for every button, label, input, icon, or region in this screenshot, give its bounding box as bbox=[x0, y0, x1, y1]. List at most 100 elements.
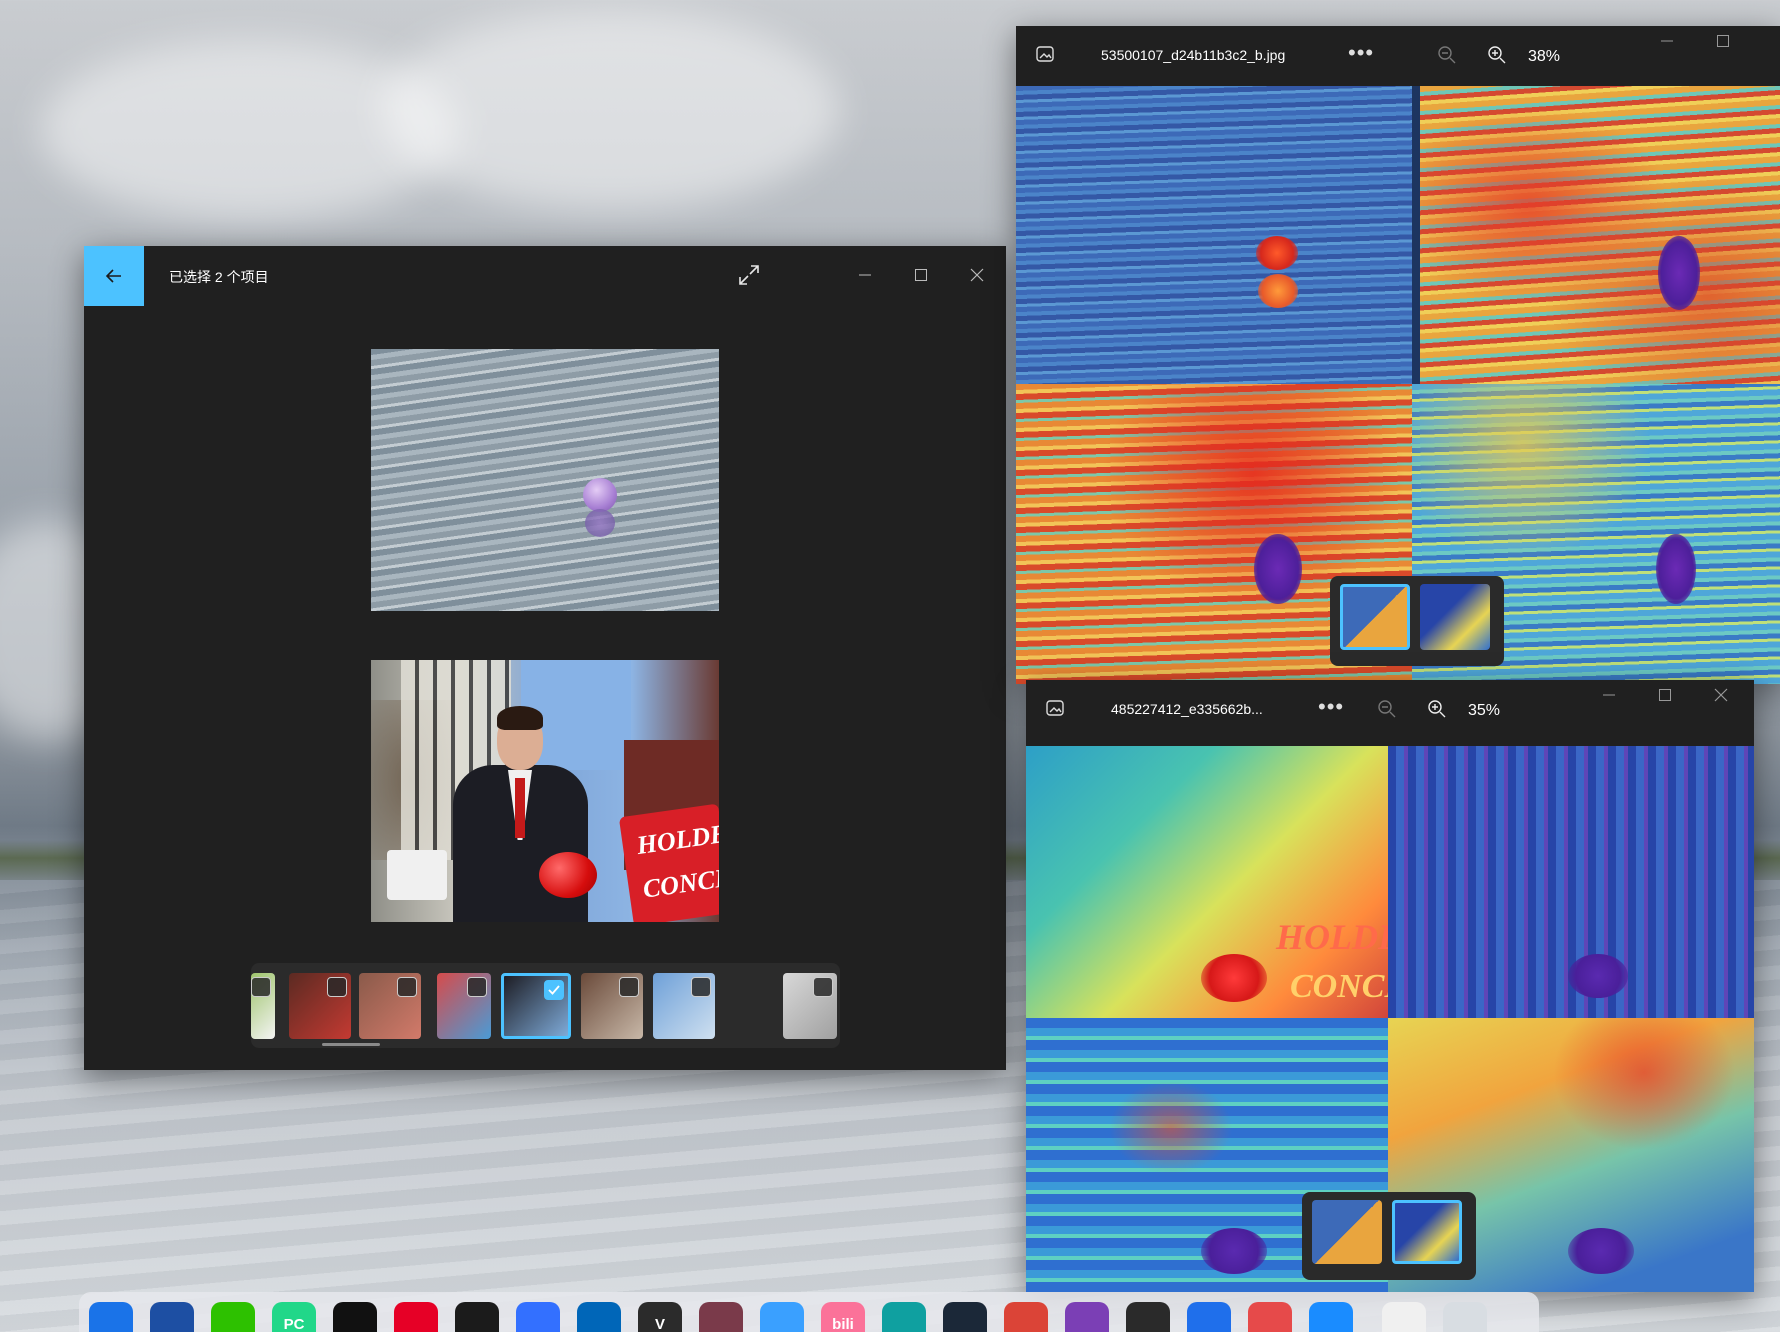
taskbar-app-pycharm-icon[interactable]: PC bbox=[272, 1302, 316, 1332]
close-button[interactable] bbox=[966, 264, 988, 286]
purple-balloon bbox=[583, 478, 617, 512]
taskbar-app-visual-studio-icon[interactable] bbox=[1065, 1302, 1109, 1332]
taskbar-app-label: V bbox=[654, 1315, 665, 1332]
viewer1-zoom-level[interactable]: 38% bbox=[1528, 48, 1560, 66]
switcher-thumb-2[interactable] bbox=[1392, 1200, 1462, 1264]
viewer2-zoom-out-button[interactable] bbox=[1376, 698, 1398, 720]
heat-blob bbox=[1656, 534, 1696, 604]
image-icon bbox=[1046, 700, 1064, 716]
quadrant-divider bbox=[1412, 86, 1420, 384]
taskbar-app-wechat-icon[interactable] bbox=[211, 1302, 255, 1332]
thumb-5[interactable] bbox=[501, 973, 571, 1039]
image-viewer-window-2: 485227412_e335662b... ••• 35% HOLDEN CON… bbox=[1026, 680, 1754, 1292]
heat-blob bbox=[1201, 1228, 1267, 1274]
viewer2-more-button[interactable]: ••• bbox=[1318, 694, 1344, 720]
zoom-out-icon bbox=[1438, 46, 1456, 64]
viewer2-zoom-level[interactable]: 35% bbox=[1468, 702, 1500, 720]
viewer1-titlebar: 53500107_d24b11b3c2_b.jpg ••• 38% bbox=[1016, 26, 1780, 86]
maximize-icon bbox=[1659, 689, 1671, 701]
taskbar-app-steam-icon[interactable] bbox=[943, 1302, 987, 1332]
taskbar-app-recycle-bin-icon[interactable] bbox=[1443, 1302, 1487, 1332]
switcher-thumb-1[interactable] bbox=[1312, 1200, 1382, 1264]
selection-title: 已选择 2 个项目 bbox=[169, 269, 269, 285]
taskbar-app-vim-icon[interactable]: V bbox=[638, 1302, 682, 1332]
thumb-checkbox[interactable] bbox=[813, 977, 833, 997]
heat-banner-text-2: CONCER bbox=[1290, 968, 1388, 1005]
photo-man-hair bbox=[497, 706, 543, 730]
thumb-3[interactable] bbox=[359, 973, 421, 1039]
expand-icon bbox=[739, 265, 759, 285]
heat-blob bbox=[1256, 236, 1298, 270]
taskbar-app-anime-app-icon[interactable] bbox=[699, 1302, 743, 1332]
maximize-icon bbox=[1717, 35, 1729, 47]
thumb-checkbox[interactable] bbox=[397, 977, 417, 997]
thumb-checkbox[interactable] bbox=[619, 977, 639, 997]
taskbar-app-qq-icon[interactable] bbox=[333, 1302, 377, 1332]
thumb-checkbox[interactable] bbox=[327, 977, 347, 997]
taskbar-app-snipping-icon[interactable] bbox=[1248, 1302, 1292, 1332]
heat-blob bbox=[1568, 1228, 1634, 1274]
zoom-in-icon bbox=[1428, 700, 1446, 718]
taskbar-app-netease-music-icon[interactable] bbox=[394, 1302, 438, 1332]
thumb-7[interactable] bbox=[653, 973, 715, 1039]
viewer1-zoom-in-button[interactable] bbox=[1486, 44, 1508, 66]
expand-button[interactable] bbox=[736, 262, 762, 288]
selected-photo-balloon-water[interactable] bbox=[371, 349, 719, 611]
viewer2-titlebar: 485227412_e335662b... ••• 35% bbox=[1026, 680, 1754, 740]
viewer1-zoom-out-button[interactable] bbox=[1436, 44, 1458, 66]
red-balloon bbox=[539, 852, 597, 898]
taskbar-app-photos-icon[interactable] bbox=[1309, 1302, 1353, 1332]
photo-man-tie bbox=[515, 778, 525, 838]
filmstrip bbox=[251, 963, 840, 1048]
viewer2-minimize-button[interactable] bbox=[1602, 688, 1624, 710]
image-viewer-window-1: 53500107_d24b11b3c2_b.jpg ••• 38% bbox=[1016, 26, 1780, 684]
thumb-checkbox[interactable] bbox=[467, 977, 487, 997]
thumb-checkbox-checked[interactable] bbox=[544, 980, 564, 1000]
switcher-thumb-2[interactable] bbox=[1420, 584, 1490, 650]
taskbar-app-terminal-icon[interactable] bbox=[1126, 1302, 1170, 1332]
viewer2-filename: 485227412_e335662b... bbox=[1111, 701, 1263, 717]
taskbar-app-notepad-icon[interactable] bbox=[1187, 1302, 1231, 1332]
thumb-2[interactable] bbox=[289, 973, 351, 1039]
viewer1-minimize-button[interactable] bbox=[1660, 34, 1682, 56]
filmstrip-scroll-indicator[interactable] bbox=[322, 1043, 380, 1046]
thumb-1[interactable] bbox=[251, 973, 275, 1039]
taskbar-app-vscode-icon[interactable] bbox=[577, 1302, 621, 1332]
taskbar-app-blank-doc-icon[interactable] bbox=[1382, 1302, 1426, 1332]
taskbar-app-chrome-icon[interactable] bbox=[1004, 1302, 1048, 1332]
viewer2-zoom-in-button[interactable] bbox=[1426, 698, 1448, 720]
viewer1-more-button[interactable]: ••• bbox=[1348, 40, 1374, 66]
minimize-icon bbox=[1661, 40, 1673, 42]
taskbar-app-start-icon[interactable] bbox=[89, 1302, 133, 1332]
zoom-in-icon bbox=[1488, 46, 1506, 64]
heat-banner-text-1: HOLDEN bbox=[1276, 917, 1388, 957]
taskbar-app-cat-app-icon[interactable] bbox=[760, 1302, 804, 1332]
selection-titlebar: 已选择 2 个项目 bbox=[84, 246, 1006, 306]
minimize-button[interactable] bbox=[854, 264, 876, 286]
viewer2-maximize-button[interactable] bbox=[1658, 688, 1680, 710]
heat-blob bbox=[1658, 236, 1700, 310]
viewer1-image-switcher bbox=[1330, 576, 1504, 666]
taskbar-app-edge-icon[interactable] bbox=[882, 1302, 926, 1332]
taskbar-app-label: bili bbox=[832, 1315, 854, 1332]
thumb-checkbox[interactable] bbox=[691, 977, 711, 997]
heatmap-quadrant-2 bbox=[1420, 86, 1780, 384]
heatmap-quadrant-2 bbox=[1388, 746, 1754, 1018]
taskbar-app-bilibili-icon[interactable]: bili bbox=[821, 1302, 865, 1332]
viewer1-maximize-button[interactable] bbox=[1716, 34, 1738, 56]
taskbar-app-rocket-icon[interactable] bbox=[150, 1302, 194, 1332]
close-icon bbox=[1714, 688, 1728, 702]
taskbar-app-feishu-icon[interactable] bbox=[516, 1302, 560, 1332]
switcher-thumb-1[interactable] bbox=[1340, 584, 1410, 650]
minimize-icon bbox=[1603, 694, 1615, 696]
thumb-8[interactable] bbox=[783, 973, 837, 1039]
thumb-6[interactable] bbox=[581, 973, 643, 1039]
taskbar-app-app-dark-icon[interactable] bbox=[455, 1302, 499, 1332]
back-button[interactable] bbox=[84, 246, 144, 306]
thumb-4[interactable] bbox=[437, 973, 491, 1039]
thumb-checkbox[interactable] bbox=[251, 977, 271, 997]
red-banner: HOLDEN CONCER bbox=[618, 803, 719, 922]
maximize-button[interactable] bbox=[910, 264, 932, 286]
selected-photo-man-balloon[interactable]: HOLDEN CONCER bbox=[371, 660, 719, 922]
viewer2-close-button[interactable] bbox=[1714, 688, 1736, 710]
